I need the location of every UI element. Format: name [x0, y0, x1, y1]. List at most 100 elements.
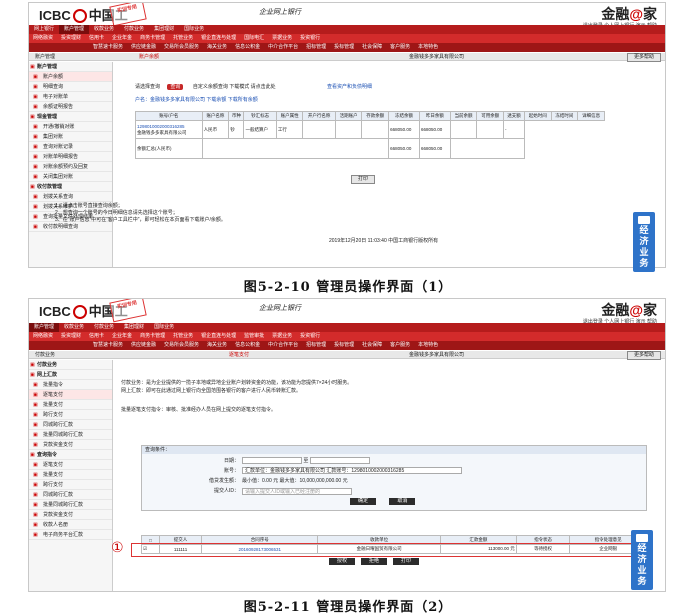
- nav-tab[interactable]: 客户服务: [386, 341, 414, 350]
- asset-link[interactable]: 查看资产和负债明细: [327, 84, 372, 90]
- nav-tab[interactable]: 本地特色: [414, 43, 442, 52]
- action-button[interactable]: 打印: [393, 558, 420, 565]
- nav-tab[interactable]: 中介合作平台: [264, 341, 302, 350]
- nav-tab[interactable]: 投标管理: [330, 43, 358, 52]
- nav-tab[interactable]: 招标管理: [302, 43, 330, 52]
- nav-tab[interactable]: 海关业务: [203, 43, 231, 52]
- economic-business-badge-1[interactable]: 经济业务: [633, 212, 655, 272]
- nav-tab[interactable]: 监管审批: [240, 332, 268, 341]
- sidebar-item[interactable]: 贷款资金支付: [29, 510, 112, 520]
- nav-tab[interactable]: 社会保障: [358, 43, 386, 52]
- sidebar-item[interactable]: 查询对账记录: [29, 142, 112, 152]
- nav-tab[interactable]: 智慧速卡服务: [89, 341, 127, 350]
- sidebar-item[interactable]: 逐笔支付: [29, 460, 112, 470]
- sidebar-item[interactable]: 批量指令: [29, 380, 112, 390]
- nav-tab[interactable]: 账户管理: [29, 323, 60, 332]
- submitter-input[interactable]: 请输入提交人ID或输入已经注册的: [242, 487, 352, 495]
- nav-tab[interactable]: 银企直连与处理: [197, 332, 240, 341]
- nav-tab[interactable]: 企业年金: [108, 332, 136, 341]
- query-button[interactable]: 查询: [167, 84, 184, 90]
- sidebar-item[interactable]: 对账单明细报告: [29, 152, 112, 162]
- nav-tab[interactable]: 投资理财: [57, 332, 85, 341]
- sidebar-item[interactable]: 关闭集团对账: [29, 172, 112, 182]
- sidebar-item[interactable]: 开通/撤销对账: [29, 122, 112, 132]
- sidebar-item[interactable]: 电子商务平台汇款: [29, 530, 112, 540]
- sidebar-item[interactable]: 账户余额: [29, 72, 112, 82]
- confirm-button[interactable]: 确定: [350, 497, 377, 505]
- nav-tab[interactable]: 中介合作平台: [264, 43, 302, 52]
- nav-tab[interactable]: 网络融资: [29, 34, 57, 43]
- sidebar-item[interactable]: 批量支付: [29, 400, 112, 410]
- nav-tab[interactable]: 托管业务: [169, 34, 197, 43]
- nav-tab[interactable]: 海关业务: [203, 341, 231, 350]
- nav-tab[interactable]: 信息公积金: [231, 43, 264, 52]
- nav-tab[interactable]: 银企直连与处理: [197, 34, 240, 43]
- nav-tab[interactable]: 供应链金融: [127, 341, 160, 350]
- nav-tab[interactable]: 本地特色: [414, 341, 442, 350]
- economic-business-badge-2[interactable]: 经济业务: [631, 530, 653, 590]
- sidebar-item[interactable]: 批量同城跨行汇款: [29, 500, 112, 510]
- nav-tab[interactable]: 付款业务: [89, 323, 119, 332]
- sidebar-item[interactable]: 跨行支付: [29, 480, 112, 490]
- sidebar-item[interactable]: 同城跨行汇款: [29, 420, 112, 430]
- amount-range[interactable]: 最小值：0.00 元 最大值：10,000,000,000.00 元: [242, 478, 348, 484]
- query-options[interactable]: 自定义余额查询 下载模式 请点击此处: [193, 84, 276, 90]
- help-button[interactable]: 更多帮助: [626, 53, 661, 62]
- nav-tab[interactable]: 交易所会员服务: [160, 341, 203, 350]
- nav-tab[interactable]: 信用卡: [85, 34, 108, 43]
- nav-tab[interactable]: 智慧速卡服务: [89, 43, 127, 52]
- nav-tab[interactable]: 投标管理: [330, 341, 358, 350]
- nav-tab[interactable]: 信用卡: [85, 332, 108, 341]
- sidebar-item[interactable]: 跨行支付: [29, 410, 112, 420]
- nav-tab[interactable]: 托管业务: [169, 332, 197, 341]
- sidebar-item[interactable]: 现金管理: [29, 112, 112, 122]
- sidebar-item[interactable]: 集团对账: [29, 132, 112, 142]
- nav-tab[interactable]: 招标管理: [302, 341, 330, 350]
- owner-line[interactable]: 户名：金融钱多多家具有限公司 下载余额 下载所有余额: [135, 96, 258, 103]
- sidebar-item[interactable]: 批量支付: [29, 470, 112, 480]
- sidebar-item[interactable]: 明细查询: [29, 82, 112, 92]
- start-date-input[interactable]: [242, 457, 302, 465]
- sidebar-item[interactable]: 同城跨行汇款: [29, 490, 112, 500]
- sidebar-item[interactable]: 余额证明报告: [29, 102, 112, 112]
- sidebar-item[interactable]: 对账余额预约及回复: [29, 162, 112, 172]
- nav-tab[interactable]: 票据业务: [268, 332, 296, 341]
- nav-tab[interactable]: 收款业务: [89, 25, 119, 34]
- nav-tab[interactable]: 国际业务: [179, 25, 209, 34]
- sidebar-item[interactable]: 账户管理: [29, 62, 112, 72]
- nav-tab[interactable]: 投资理财: [57, 34, 85, 43]
- nav-tab[interactable]: 国际业务: [149, 323, 179, 332]
- print-button[interactable]: 打印: [351, 175, 376, 184]
- nav-tab[interactable]: 社会保障: [358, 341, 386, 350]
- sidebar-item[interactable]: 电子对账单: [29, 92, 112, 102]
- sidebar-item[interactable]: 网上汇款: [29, 370, 112, 380]
- sidebar-item[interactable]: 划拨关系查询: [29, 192, 112, 202]
- nav-tab[interactable]: 收款业务: [59, 323, 89, 332]
- nav-tab[interactable]: 商务卡管理: [136, 332, 169, 341]
- nav-tab[interactable]: 票据业务: [268, 34, 296, 43]
- nav-tab[interactable]: 账户管理: [59, 25, 90, 34]
- account-select[interactable]: 汇款单位：金融钱多多家具有限公司 汇款账号：129801000200031628…: [242, 467, 462, 475]
- sidebar-item[interactable]: 收款人名册: [29, 520, 112, 530]
- nav-tab[interactable]: 信息公积金: [231, 341, 264, 350]
- sidebar-item[interactable]: 收付款管理: [29, 182, 112, 192]
- cancel-button[interactable]: 取消: [389, 497, 416, 505]
- action-button[interactable]: 授权: [329, 558, 356, 565]
- help-button[interactable]: 更多帮助: [626, 351, 661, 360]
- nav-tab[interactable]: 交易所会员服务: [160, 43, 203, 52]
- nav-tab[interactable]: 网络融资: [29, 332, 57, 341]
- sidebar-item[interactable]: 查询指令: [29, 450, 112, 460]
- nav-tab[interactable]: 国际电汇: [240, 34, 268, 43]
- end-date-input[interactable]: [309, 457, 370, 465]
- sidebar-item[interactable]: 批量同城跨行汇款: [29, 430, 112, 440]
- sidebar-item[interactable]: 付款业务: [29, 360, 112, 370]
- account-link[interactable]: 1298010002000316285: [137, 124, 185, 129]
- nav-tab[interactable]: 投资银行: [296, 34, 324, 43]
- nav-tab[interactable]: 客户服务: [386, 43, 414, 52]
- action-button[interactable]: 拒绝: [361, 558, 388, 565]
- nav-tab[interactable]: 企业年金: [108, 34, 136, 43]
- nav-tab[interactable]: 网上银行: [29, 25, 59, 34]
- nav-tab[interactable]: 集团理财: [149, 25, 179, 34]
- nav-tab[interactable]: 投资银行: [296, 332, 324, 341]
- sidebar-item[interactable]: 贷款资金支付: [29, 440, 112, 450]
